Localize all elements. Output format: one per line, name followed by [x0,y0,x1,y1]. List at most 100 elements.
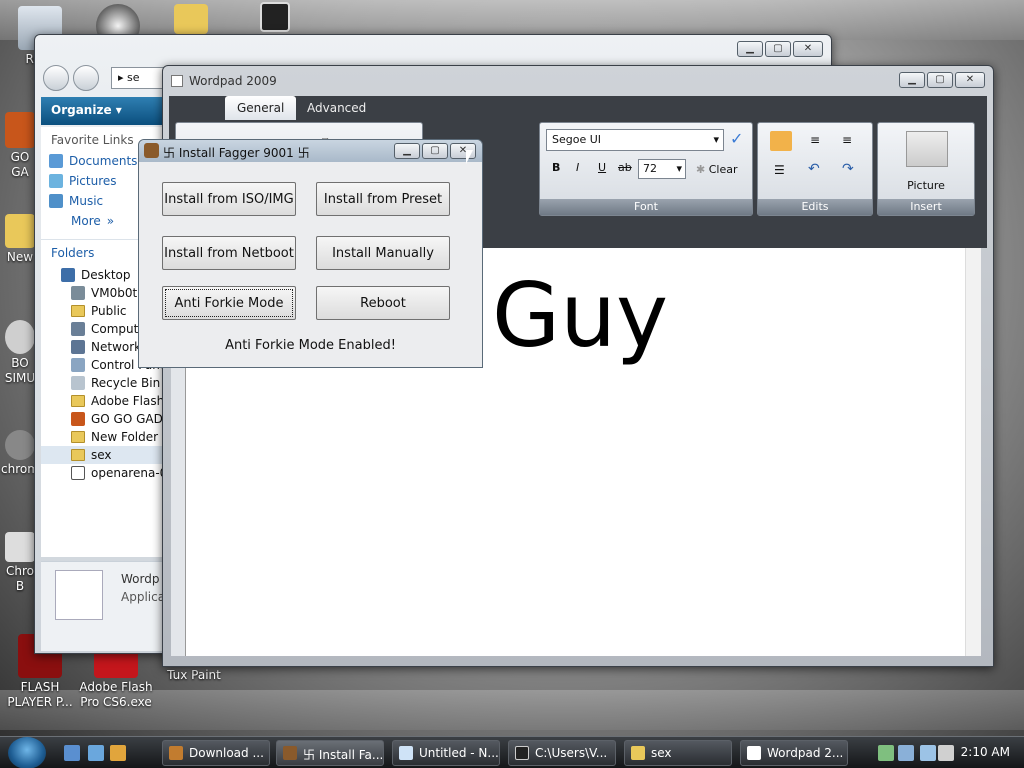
wordpad-title: Wordpad 2009 [189,74,277,88]
task-notepad[interactable]: Untitled - N... [392,740,500,766]
desktop-icon-tux-paint[interactable]: Tux Paint [154,668,234,683]
explorer-window-controls: ▁ ▢ ✕ [737,41,823,57]
bullets-icon[interactable]: ☰ [774,163,785,177]
monitor-icon[interactable] [920,745,936,761]
italic-button[interactable]: I [576,161,579,174]
archive-icon [71,466,85,480]
folder-icon [71,431,85,443]
maximize-button[interactable]: ▢ [422,143,448,159]
wordpad-window-controls: ▁ ▢ ✕ [899,72,985,88]
tree-item[interactable]: openarena-0. [41,464,168,482]
gadget-icon [71,412,85,426]
document-icon [55,570,103,620]
tree-item-selected[interactable]: sex [41,446,168,464]
anti-forkie-mode-button[interactable]: Anti Forkie Mode [162,286,296,320]
install-iso-button[interactable]: Install from ISO/IMG [162,182,296,216]
explorer-quicklaunch-icon[interactable] [110,745,126,761]
folder-icon [71,395,85,407]
tree-item[interactable]: Recycle Bin [41,374,168,392]
program-icon [260,2,290,32]
clock[interactable]: 2:10 AM [961,745,1010,759]
gear-icon [5,320,35,354]
align-right-icon[interactable]: ≡ [842,133,852,147]
reboot-button[interactable]: Reboot [316,286,450,320]
pictures-icon [49,174,63,188]
font-group: Segoe UI ▾ ✓ B I U ab 72 ▾ ✱ Clear Font [539,122,753,216]
task-install[interactable]: 卐 Install Fa... [276,740,384,766]
minimize-button[interactable]: ▁ [737,41,763,57]
tab-general[interactable]: General [225,96,297,120]
folder-icon [174,4,208,34]
archive-icon [515,746,529,760]
wordpad-icon [747,746,761,760]
system-tray: 2:10 AM [864,737,1024,768]
install-netboot-button[interactable]: Install from Netboot [162,236,296,270]
chevron-down-icon: ▾ [676,162,682,175]
mouse-cursor [466,150,473,164]
wordpad-app-icon [171,75,183,87]
desktop-icon-folder[interactable] [166,4,216,36]
details-pane: Wordp Applica [41,561,171,651]
app-icon [144,143,159,158]
align-center-icon[interactable]: ≡ [810,133,820,147]
underline-button[interactable]: U [598,161,606,174]
show-desktop-icon[interactable] [64,745,80,761]
apply-check-icon[interactable]: ✓ [730,129,743,148]
edits-group-label: Edits [758,199,872,215]
maximize-button[interactable]: ▢ [765,41,791,57]
picture-button-label[interactable]: Picture [878,179,974,192]
insert-group-label: Insert [878,199,974,215]
install-preset-button[interactable]: Install from Preset [316,182,450,216]
bold-button[interactable]: B [552,161,560,174]
task-sex-folder[interactable]: sex [624,740,732,766]
tray-icon[interactable] [878,745,894,761]
network-icon[interactable] [898,745,914,761]
computer-icon [71,322,85,336]
edits-group: ≡ ≡ ☰ ↶ ↷ Edits [757,122,873,216]
music-icon [49,194,63,208]
install-manually-button[interactable]: Install Manually [316,236,450,270]
undo-icon[interactable]: ↶ [808,161,820,177]
task-download[interactable]: Download ... [162,740,270,766]
font-group-label: Font [540,199,752,215]
maximize-button[interactable]: ▢ [927,72,953,88]
recycle-bin-icon [71,376,85,390]
strikethrough-button[interactable]: ab [618,161,632,174]
font-name-select[interactable]: Segoe UI ▾ [546,129,724,151]
minimize-button[interactable]: ▁ [899,72,925,88]
tree-item[interactable]: Adobe Flash [41,392,168,410]
control-panel-icon [71,358,85,372]
redo-icon[interactable]: ↷ [842,161,854,177]
task-7zip[interactable]: C:\Users\V... [508,740,616,766]
organize-button[interactable]: Organize ▾ [41,97,169,125]
dialog-titlebar[interactable]: 卐 Install Fagger 9001 卐 ▁ ▢ ✕ [139,140,482,162]
picture-icon[interactable] [906,131,948,167]
status-message: Anti Forkie Mode Enabled! [225,338,396,353]
download-icon [169,746,183,760]
font-size-select[interactable]: 72 ▾ [638,159,686,179]
insert-group: Picture Insert [877,122,975,216]
chrome-icon [5,532,35,562]
close-button[interactable]: ✕ [955,72,985,88]
tree-item[interactable]: GO GO GADG [41,410,168,428]
volume-icon[interactable] [938,745,954,761]
back-button[interactable] [43,65,69,91]
dialog-window-controls: ▁ ▢ ✕ [394,143,476,159]
clear-button[interactable]: ✱ Clear [696,163,738,176]
start-button[interactable] [8,737,46,768]
tree-item[interactable]: New Folder [41,428,168,446]
desktop-icon-program[interactable] [250,2,300,34]
folder-icon [71,449,85,461]
close-button[interactable]: ✕ [793,41,823,57]
align-left-button[interactable] [770,131,792,151]
switch-windows-icon[interactable] [88,745,104,761]
tab-advanced[interactable]: Advanced [295,96,378,120]
forward-button[interactable] [73,65,99,91]
desktop-icon [61,268,75,282]
app-icon [283,746,297,760]
folder-icon [71,305,85,317]
vertical-scrollbar[interactable] [965,248,981,656]
minimize-button[interactable]: ▁ [394,143,420,159]
task-wordpad[interactable]: Wordpad 2... [740,740,848,766]
folder-icon [5,214,35,248]
